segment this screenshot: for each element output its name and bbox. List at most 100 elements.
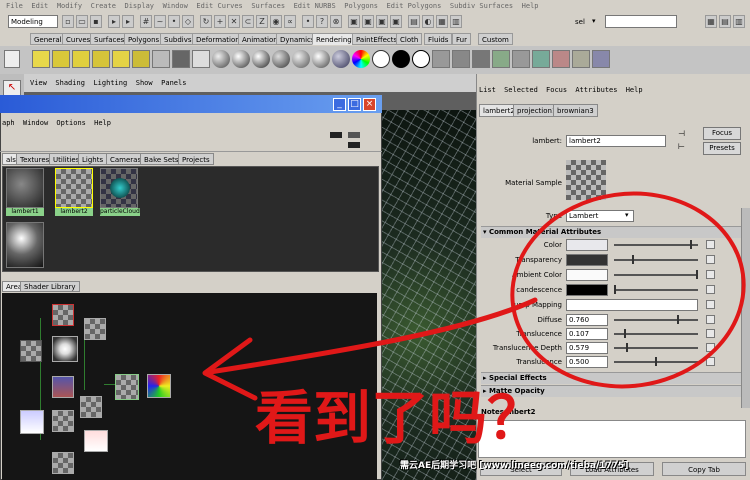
lambert-white-icon[interactable]: [412, 50, 430, 68]
viewport-menu-show[interactable]: Show: [136, 79, 153, 87]
camera-icon[interactable]: [152, 50, 170, 68]
phong-shader-icon[interactable]: [252, 50, 270, 68]
camera-aim-icon[interactable]: [172, 50, 190, 68]
shelf-tab-general[interactable]: General: [30, 33, 66, 45]
menu-help[interactable]: Help: [522, 0, 539, 12]
layout-top-icon[interactable]: [330, 132, 342, 138]
focus-button[interactable]: Focus: [703, 127, 741, 140]
paint-texture-icon[interactable]: [532, 50, 550, 68]
ae-menu-selected[interactable]: Selected: [504, 86, 538, 94]
select-tool-icon[interactable]: ↖: [3, 80, 21, 96]
menu-edit[interactable]: Edit: [31, 0, 48, 12]
attr-ambient-thumb[interactable]: [696, 270, 698, 279]
hs-menu-graph[interactable]: aph: [2, 119, 15, 127]
menu-edit-polygons[interactable]: Edit Polygons: [387, 0, 442, 12]
render-view-icon[interactable]: ▣: [348, 15, 360, 28]
volume-light-icon[interactable]: [132, 50, 150, 68]
attr-ambient-map-icon[interactable]: [706, 270, 715, 279]
shader-node[interactable]: [52, 452, 74, 474]
create-render-node-icon[interactable]: [192, 50, 210, 68]
remove-tool-icon[interactable]: [552, 50, 570, 68]
hs-menu-options[interactable]: Options: [56, 119, 86, 127]
layout-icon[interactable]: ▦: [705, 15, 717, 28]
swatch-lambert2[interactable]: [55, 168, 93, 208]
ipr-shelf-icon[interactable]: [452, 50, 470, 68]
swatch-lambert1[interactable]: [6, 168, 44, 208]
attr-transparency-map-icon[interactable]: [706, 255, 715, 264]
hs-tab-textures[interactable]: Textures: [16, 153, 54, 165]
input-connection-icon[interactable]: ⊣: [678, 130, 688, 138]
attr-diffuse-thumb[interactable]: [677, 315, 679, 324]
ae-menu-focus[interactable]: Focus: [546, 86, 567, 94]
special-effects-header[interactable]: ▸ Special Effects: [481, 372, 741, 384]
ae-menu-help[interactable]: Help: [626, 86, 643, 94]
attr-translucence-depth-map-icon[interactable]: [706, 343, 715, 352]
mode-select[interactable]: Modeling: [8, 15, 58, 28]
viewport-menu-view[interactable]: View: [30, 79, 47, 87]
maximize-icon[interactable]: □: [348, 98, 361, 111]
phonge-shader-icon[interactable]: [272, 50, 290, 68]
viewport-menu-panels[interactable]: Panels: [161, 79, 186, 87]
tool-settings-icon[interactable]: ▥: [733, 15, 745, 28]
attr-translucence-focus-thumb[interactable]: [655, 357, 657, 366]
output-connection-icon[interactable]: ⊢: [678, 143, 688, 151]
swatch-blinn[interactable]: [6, 222, 44, 268]
pick-curve-icon[interactable]: ⊂: [242, 15, 254, 28]
layered-shader-icon[interactable]: [312, 50, 330, 68]
attr-color-slider[interactable]: [614, 244, 698, 246]
shelf-tab-custom[interactable]: Custom: [478, 33, 513, 45]
attr-incandescence-thumb[interactable]: [614, 285, 616, 294]
hypershade-titlebar[interactable]: [0, 95, 382, 113]
attr-ambient-swatch[interactable]: [566, 269, 608, 281]
shader-node[interactable]: [20, 340, 42, 362]
notes-textarea[interactable]: [478, 420, 746, 458]
use-background-icon[interactable]: [392, 50, 410, 68]
layout-both-icon[interactable]: [348, 142, 360, 148]
shader-node[interactable]: [84, 318, 106, 340]
hs-tab-bake-sets[interactable]: Bake Sets: [140, 153, 183, 165]
attr-translucence-map-icon[interactable]: [706, 329, 715, 338]
menu-file[interactable]: File: [6, 0, 23, 12]
menu-surfaces[interactable]: Surfaces: [251, 0, 285, 12]
shader-node[interactable]: [52, 336, 78, 362]
pick-render-icon[interactable]: Z: [256, 15, 268, 28]
snap-point-icon[interactable]: •: [168, 15, 180, 28]
open-scene-icon[interactable]: ▭: [76, 15, 88, 28]
attr-ambient-slider[interactable]: [614, 274, 698, 276]
viewport-menu-lighting[interactable]: Lighting: [93, 79, 127, 87]
directional-light-icon[interactable]: [52, 50, 70, 68]
type-dropdown-icon[interactable]: ▾: [625, 211, 629, 219]
pick-mask-icon[interactable]: +: [214, 15, 226, 28]
snap-curve-icon[interactable]: ~: [154, 15, 166, 28]
attr-toggle-icon[interactable]: ▤: [719, 15, 731, 28]
common-material-attributes-header[interactable]: ▾ Common Material Attributes: [481, 226, 741, 238]
attr-transparency-slider[interactable]: [614, 259, 698, 261]
attr-translucence-depth-thumb[interactable]: [626, 343, 628, 352]
menu-display[interactable]: Display: [125, 0, 155, 12]
pick-deform-icon[interactable]: ◉: [270, 15, 282, 28]
ambient-light-icon[interactable]: [112, 50, 130, 68]
anisotropic-shader-icon[interactable]: [292, 50, 310, 68]
output-icon[interactable]: ◐: [422, 15, 434, 28]
hs-menu-help[interactable]: Help: [94, 119, 111, 127]
attr-diffuse-map-icon[interactable]: [706, 315, 715, 324]
node-name-field[interactable]: lambert2: [566, 135, 666, 147]
attr-bump-map-icon[interactable]: [706, 300, 715, 309]
shader-node[interactable]: [52, 304, 74, 326]
matte-opacity-header[interactable]: ▸ Matte Opacity: [481, 385, 741, 397]
render-icon[interactable]: ▣: [362, 15, 374, 28]
paint-effects-icon[interactable]: [592, 50, 610, 68]
menu-window[interactable]: Window: [163, 0, 188, 12]
pick-dynamics-icon[interactable]: ∝: [284, 15, 296, 28]
shelf-tab-surfaces[interactable]: Surfaces: [90, 33, 129, 45]
shelf-tab-polygons[interactable]: Polygons: [124, 33, 164, 45]
shelf-tab-rendering[interactable]: Rendering: [312, 33, 356, 45]
work-tab-shader-library[interactable]: Shader Library: [20, 281, 80, 292]
pick-point-icon[interactable]: ✕: [228, 15, 240, 28]
channel-icon[interactable]: ▦: [436, 15, 448, 28]
spot-light-icon[interactable]: [72, 50, 90, 68]
shelf-menu-icon[interactable]: [4, 50, 20, 68]
lambert-shader-icon[interactable]: [212, 50, 230, 68]
brush-icon[interactable]: [572, 50, 590, 68]
snap-grid-icon[interactable]: #: [140, 15, 152, 28]
